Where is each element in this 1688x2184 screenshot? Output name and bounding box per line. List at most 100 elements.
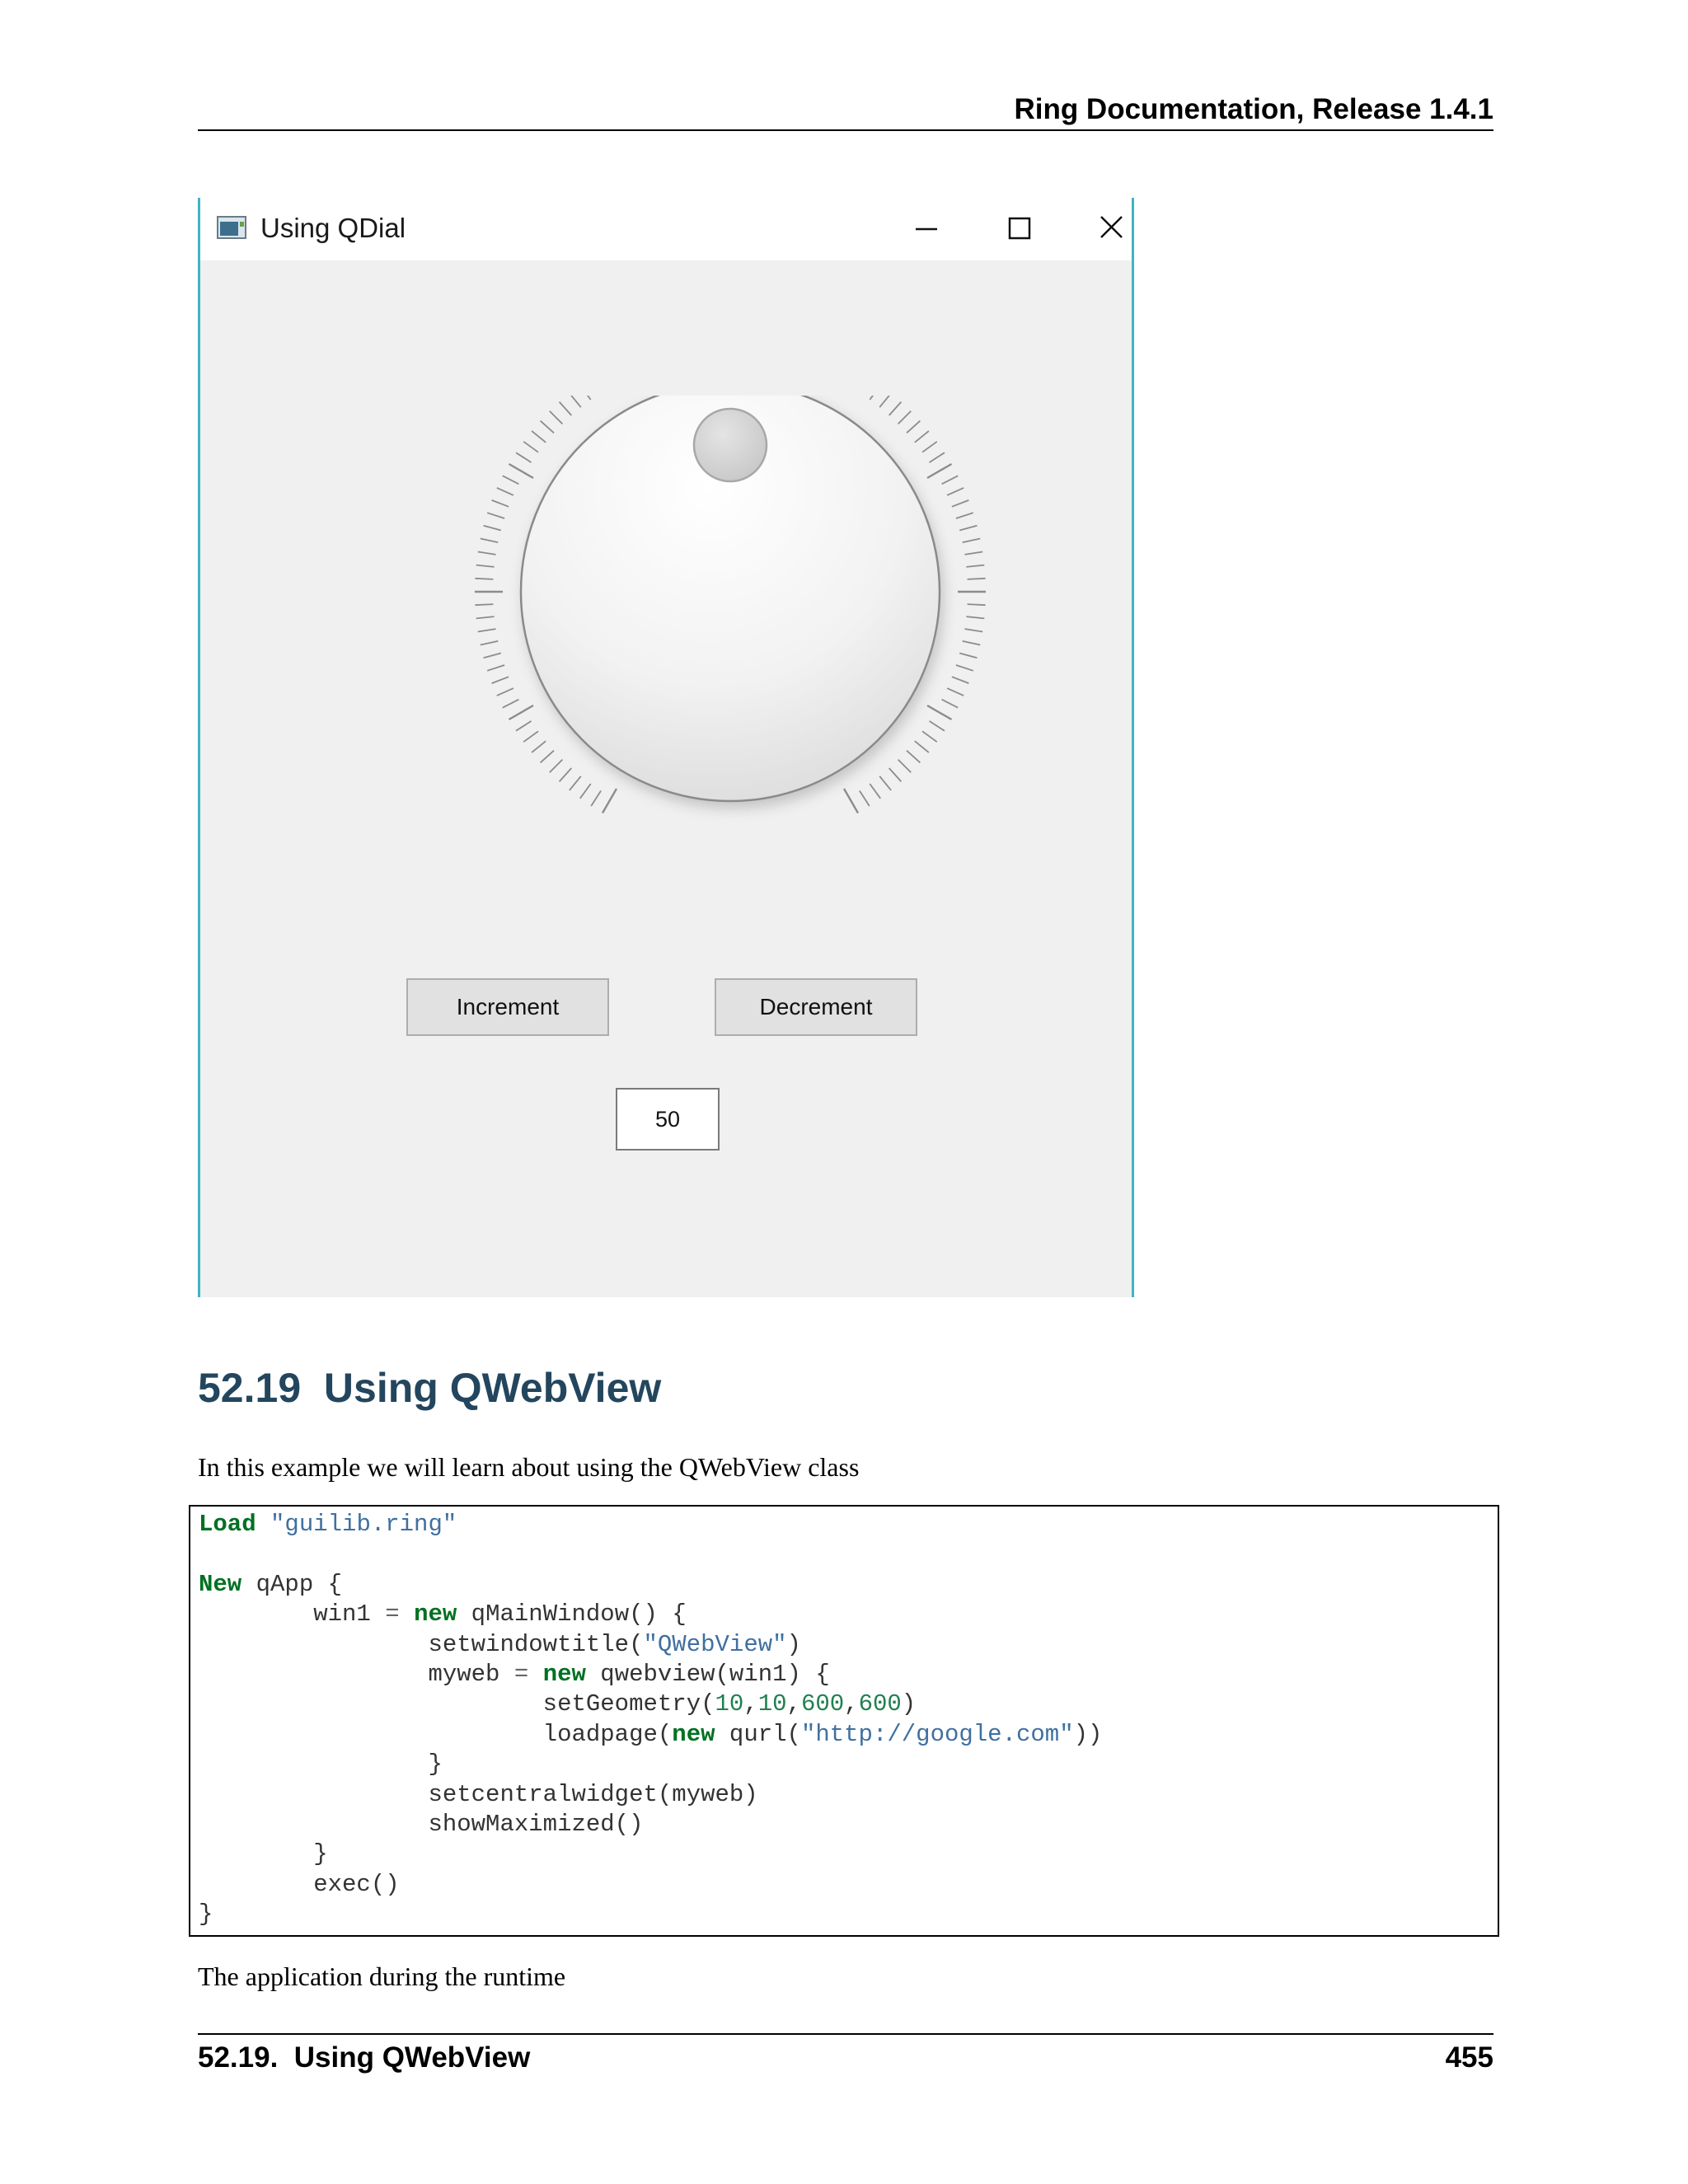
- close-button[interactable]: [1070, 198, 1152, 260]
- close-icon: [1100, 216, 1123, 238]
- code-line: setcentralwidget(myweb): [199, 1781, 757, 1808]
- dial-tick: [941, 475, 959, 485]
- dial-tick: [531, 740, 546, 753]
- dial-tick: [558, 767, 572, 783]
- code-token: qwebview(win1) {: [585, 1661, 830, 1689]
- dial-tick: [897, 758, 912, 773]
- code-token: ,: [844, 1690, 859, 1718]
- dial-tick: [906, 750, 921, 764]
- increment-button[interactable]: Increment: [406, 978, 609, 1036]
- section-heading: 52.19 Using QWebView: [198, 1361, 661, 1414]
- code-token: myweb: [199, 1661, 514, 1689]
- code-token: new: [414, 1601, 457, 1629]
- dial-tick: [859, 790, 870, 807]
- header-rule: [198, 129, 1493, 131]
- dial-tick: [549, 758, 564, 773]
- code-token: }: [199, 1840, 328, 1868]
- dial-tick: [496, 487, 514, 496]
- code-line: loadpage(new qurl("http://google.com")): [199, 1720, 1103, 1748]
- dial-tick: [502, 475, 519, 485]
- dial-tick: [579, 783, 592, 799]
- dial-tick: [914, 740, 930, 753]
- dial-tick: [959, 652, 978, 659]
- dial-tick: [491, 676, 509, 684]
- dial-tick: [966, 616, 985, 620]
- dial-tick: [569, 776, 582, 791]
- code-token: }: [199, 1750, 443, 1779]
- dial-tick: [486, 664, 505, 672]
- dial-tick: [586, 396, 592, 401]
- dial-tick: [926, 704, 953, 721]
- dial-tick: [590, 790, 602, 807]
- code-token: "http://google.com": [800, 1720, 1074, 1748]
- dial-tick: [539, 419, 555, 434]
- dial-tick: [477, 551, 496, 555]
- code-token: Load: [199, 1511, 256, 1538]
- dial-tick: [929, 720, 945, 732]
- code-token: )): [1073, 1720, 1103, 1748]
- dial-tick: [869, 396, 874, 401]
- dial-tick: [966, 564, 985, 568]
- dial-tick: [508, 462, 534, 480]
- dial-tick: [476, 564, 495, 568]
- knob-indicator: [692, 407, 768, 483]
- dial-tick: [951, 676, 969, 684]
- minimize-button[interactable]: [884, 198, 967, 260]
- dial-tick: [964, 551, 983, 555]
- code-token: loadpage(: [199, 1720, 673, 1748]
- code-line: myweb = new qwebview(win1) {: [199, 1661, 830, 1689]
- minimize-icon: [916, 227, 937, 231]
- footer-section-ref: 52.19. Using QWebView: [198, 2041, 531, 2074]
- dial-tick: [502, 698, 519, 709]
- code-token: exec(): [199, 1870, 400, 1898]
- code-line: }: [199, 1900, 213, 1928]
- code-line: Load "guilib.ring": [199, 1511, 457, 1538]
- dial-tick: [921, 441, 938, 453]
- value-field[interactable]: 50: [616, 1088, 720, 1151]
- dial-tick: [515, 452, 532, 463]
- code-line: win1 = new qMainWindow() {: [199, 1601, 687, 1628]
- dial-tick: [869, 783, 881, 799]
- maximize-button[interactable]: [978, 198, 1060, 260]
- dial-tick: [914, 430, 930, 443]
- decrement-button[interactable]: Decrement: [715, 978, 917, 1036]
- dial-tick: [955, 512, 974, 519]
- code-line: New qApp {: [199, 1571, 342, 1598]
- dial-tick: [475, 603, 494, 607]
- code-token: qApp {: [241, 1570, 343, 1598]
- dial-tick: [955, 664, 974, 672]
- dial-tick: [964, 628, 983, 633]
- dial-tick: [496, 687, 514, 696]
- code-listing: Load "guilib.ring" New qApp { win1 = new…: [199, 1510, 1102, 1930]
- code-token: ): [901, 1690, 917, 1718]
- window-titlebar: Using QDial: [200, 198, 1132, 260]
- code-line: setwindowtitle("QWebView"): [199, 1631, 801, 1658]
- code-block: Load "guilib.ring" New qApp { win1 = new…: [189, 1505, 1499, 1937]
- dial-tick: [946, 487, 964, 496]
- runtime-paragraph: The application during the runtime: [198, 1961, 566, 1991]
- footer-rule: [198, 2033, 1493, 2035]
- dial-tick: [523, 730, 539, 743]
- dial-tick: [959, 524, 978, 532]
- dial-tick: [483, 652, 502, 659]
- section-title: Using QWebView: [323, 1365, 662, 1411]
- app-icon: [217, 216, 246, 239]
- code-token: setGeometry(: [199, 1690, 715, 1718]
- dial-tick: [539, 750, 555, 764]
- code-token: 600: [800, 1690, 845, 1718]
- code-token: ,: [786, 1690, 801, 1718]
- code-token: showMaximized(): [199, 1811, 644, 1839]
- code-token: }: [199, 1900, 213, 1929]
- dial-tick: [929, 452, 945, 463]
- code-token: setwindowtitle(: [199, 1630, 644, 1658]
- code-token: "QWebView": [643, 1630, 787, 1658]
- dial-tick: [926, 462, 953, 480]
- section-number: 52.19: [198, 1365, 302, 1411]
- qdial-knob[interactable]: [398, 396, 1074, 989]
- dial-tick: [601, 788, 618, 814]
- code-token: qurl(: [715, 1720, 801, 1748]
- dial-tick: [951, 499, 969, 508]
- dial-tick: [906, 419, 921, 434]
- code-line: }: [199, 1840, 328, 1868]
